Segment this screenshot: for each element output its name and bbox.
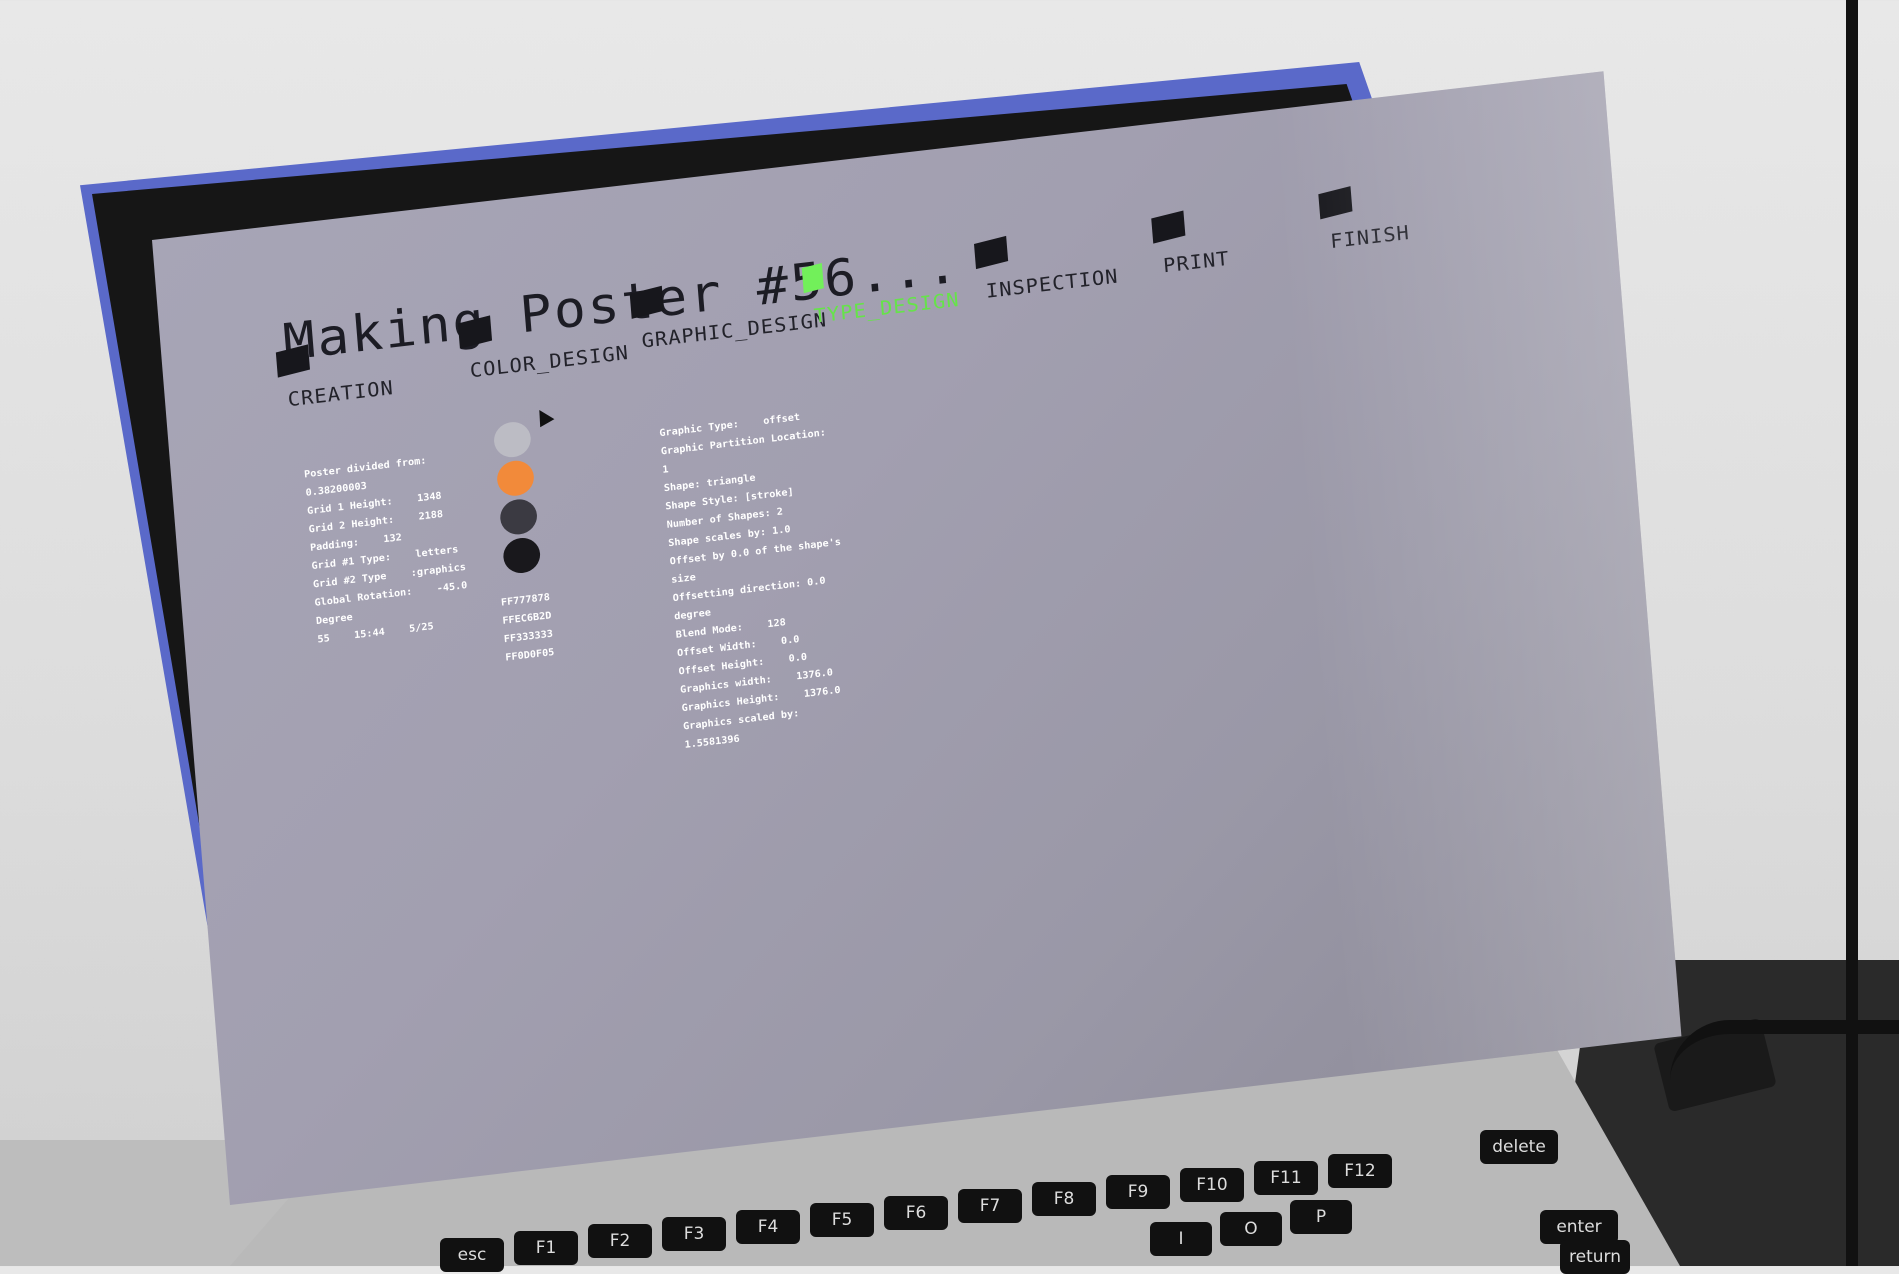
screen-glare <box>1268 71 1682 1076</box>
step-label: CREATION <box>286 375 395 412</box>
key-f12[interactable]: F12 <box>1328 1154 1392 1188</box>
key-f8[interactable]: F8 <box>1032 1182 1096 1216</box>
key-enter[interactable]: enter <box>1540 1210 1618 1244</box>
color-swatch <box>492 420 533 460</box>
grid-info-panel: Poster divided from: 0.38200003 Grid 1 Hei… <box>303 448 471 649</box>
color-swatch <box>498 497 539 537</box>
key-i[interactable]: I <box>1150 1222 1212 1256</box>
step-inspection: INSPECTION <box>974 235 1120 303</box>
key-f9[interactable]: F9 <box>1106 1175 1170 1209</box>
step-creation: CREATION <box>275 344 395 412</box>
step-marker-icon <box>801 263 824 294</box>
step-label: INSPECTION <box>985 264 1120 303</box>
key-f7[interactable]: F7 <box>958 1189 1022 1223</box>
key-f11[interactable]: F11 <box>1254 1161 1318 1195</box>
screen: Making Poster #56... CREATION COLOR_DESIG… <box>152 71 1682 1205</box>
key-f10[interactable]: F10 <box>1180 1168 1244 1202</box>
step-marker-icon <box>275 344 310 378</box>
step-print: PRINT <box>1151 210 1231 278</box>
key-delete[interactable]: delete <box>1480 1130 1558 1164</box>
step-marker-icon <box>1151 210 1186 244</box>
key-f6[interactable]: F6 <box>884 1196 948 1230</box>
key-esc[interactable]: esc <box>440 1238 504 1272</box>
cable <box>1670 1020 1899 1104</box>
color-codes: FF777878 FFEC6B2D FF333333 FF0D0F05 <box>500 588 555 667</box>
key-f3[interactable]: F3 <box>662 1217 726 1251</box>
key-return[interactable]: return <box>1560 1240 1630 1274</box>
key-f5[interactable]: F5 <box>810 1203 874 1237</box>
key-f2[interactable]: F2 <box>588 1224 652 1258</box>
key-p[interactable]: P <box>1290 1200 1352 1234</box>
key-o[interactable]: O <box>1220 1212 1282 1246</box>
graphic-info-panel: Graphic Type: offset Graphic Partition Lo… <box>659 405 857 755</box>
key-f4[interactable]: F4 <box>736 1210 800 1244</box>
key-f1[interactable]: F1 <box>514 1231 578 1265</box>
step-marker-icon <box>974 235 1009 270</box>
color-swatch <box>495 458 536 498</box>
step-label: PRINT <box>1162 246 1231 278</box>
color-swatch <box>502 535 542 575</box>
mouse-cursor-icon <box>532 405 555 428</box>
